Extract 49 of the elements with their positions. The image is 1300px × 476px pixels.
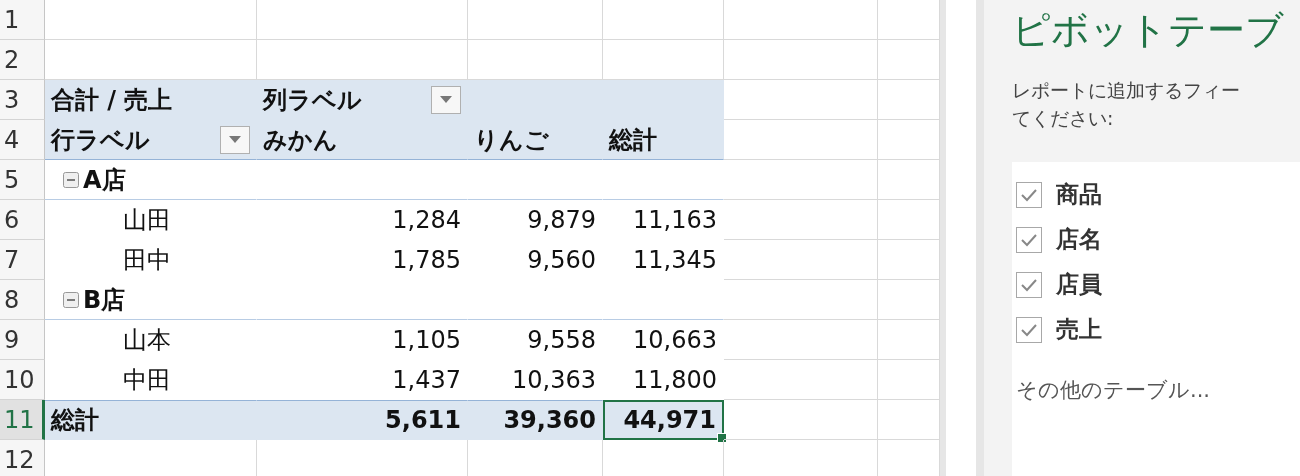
- field-label[interactable]: 売上: [1056, 314, 1102, 345]
- group-label: B店: [83, 284, 126, 316]
- row-header[interactable]: 6: [0, 200, 45, 240]
- field-label[interactable]: 店員: [1056, 269, 1102, 300]
- caret-icon: [229, 136, 241, 143]
- empty-cell[interactable]: [724, 40, 878, 80]
- scrollbar[interactable]: [940, 0, 984, 476]
- empty-cell[interactable]: [257, 0, 468, 40]
- value-cell[interactable]: 39,360: [468, 400, 603, 440]
- row-header[interactable]: 7: [0, 240, 45, 280]
- column-labels-header: 列ラベル: [263, 84, 362, 116]
- fill-handle[interactable]: [717, 433, 727, 443]
- empty-cell[interactable]: [468, 0, 603, 40]
- panel-title: ピボットテーブ: [1012, 7, 1285, 54]
- collapse-icon[interactable]: [63, 291, 79, 308]
- field-label[interactable]: 店名: [1056, 224, 1102, 255]
- empty-cell[interactable]: [724, 0, 878, 40]
- instruction-text: てください:: [1012, 106, 1115, 131]
- column-header[interactable]: りんご: [468, 120, 603, 160]
- row-header[interactable]: 3: [0, 80, 45, 120]
- checkbox[interactable]: [1016, 316, 1042, 343]
- value-field-label: 合計 / 売上: [51, 84, 173, 116]
- row-header[interactable]: 1: [0, 0, 45, 40]
- row-header[interactable]: 5: [0, 160, 45, 200]
- value-cell[interactable]: 44,971: [603, 400, 724, 440]
- collapse-icon[interactable]: [63, 171, 79, 188]
- group-label: A店: [83, 164, 126, 196]
- column-header[interactable]: 総計: [603, 120, 724, 160]
- row-header[interactable]: 10: [0, 360, 45, 400]
- column-header[interactable]: みかん: [257, 120, 468, 160]
- row-label-cell[interactable]: 総計: [45, 400, 257, 440]
- filter-dropdown-button[interactable]: [431, 85, 461, 114]
- row-labels-header: 行ラベル: [51, 124, 150, 156]
- instruction-text: レポートに追加するフィー: [1012, 78, 1241, 103]
- row-header[interactable]: 2: [0, 40, 45, 80]
- row-header[interactable]: 4: [0, 120, 45, 160]
- more-tables-link[interactable]: その他のテーブル...: [1016, 376, 1300, 404]
- checkbox[interactable]: [1016, 271, 1042, 298]
- checkbox[interactable]: [1016, 181, 1042, 208]
- row-header[interactable]: 9: [0, 320, 45, 360]
- row-header[interactable]: 12: [0, 440, 45, 476]
- field-label[interactable]: 商品: [1056, 179, 1102, 210]
- row-header[interactable]: 8: [0, 280, 45, 320]
- checkbox[interactable]: [1016, 226, 1042, 253]
- filter-dropdown-button[interactable]: [220, 125, 250, 154]
- empty-cell[interactable]: [603, 0, 724, 40]
- row-header[interactable]: 11: [0, 400, 45, 440]
- caret-icon: [440, 96, 452, 103]
- value-cell[interactable]: 5,611: [257, 400, 468, 440]
